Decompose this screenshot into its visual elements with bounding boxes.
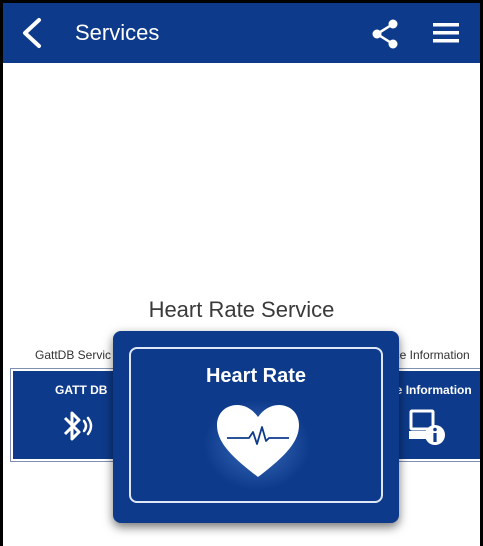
gatt-db-card-label: GATT DB [55, 383, 108, 397]
header-bar: Services [3, 3, 480, 63]
bluetooth-icon [63, 411, 93, 441]
device-info-icon [409, 409, 445, 445]
page-title: Services [75, 20, 160, 45]
carousel-right-caption: vice Information [385, 348, 470, 362]
heart-rate-card[interactable]: Heart Rate [113, 331, 399, 523]
heart-pulse-icon [217, 405, 299, 477]
carousel-left-caption: GattDB Servic [35, 348, 112, 362]
heart-rate-card-frame: Heart Rate [129, 347, 383, 503]
back-icon[interactable] [17, 17, 47, 49]
hamburger-menu-icon[interactable] [433, 21, 459, 45]
share-icon[interactable] [371, 19, 401, 49]
app-screen: Services Heart Rate Service GattDB Servi… [0, 0, 483, 546]
heart-rate-card-label: Heart Rate [205, 365, 307, 387]
service-title: Heart Rate Service [148, 297, 335, 322]
